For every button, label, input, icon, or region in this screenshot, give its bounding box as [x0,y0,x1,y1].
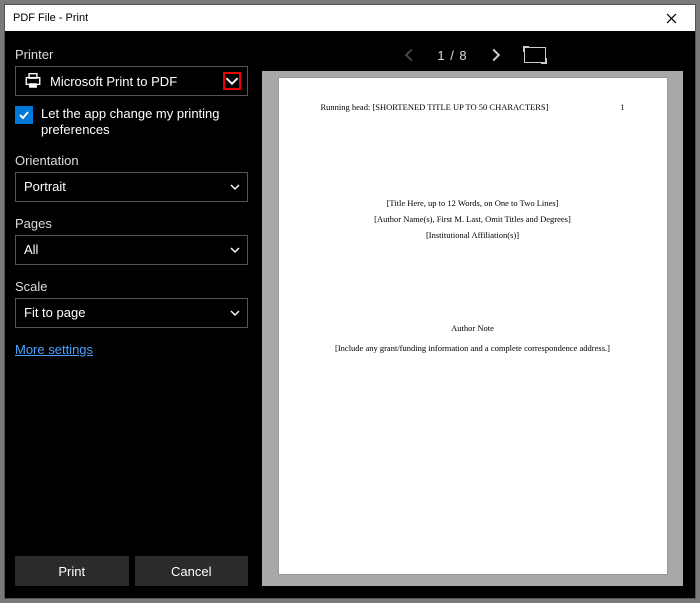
doc-page-number: 1 [620,102,624,112]
fit-to-page-button[interactable] [524,47,546,63]
change-prefs-label: Let the app change my printing preferenc… [41,106,248,139]
arrow-right-icon [489,48,503,62]
cancel-button[interactable]: Cancel [135,556,249,586]
orientation-value: Portrait [24,179,229,194]
scale-select[interactable]: Fit to page [15,298,248,328]
more-settings-link[interactable]: More settings [15,342,93,357]
printer-label: Printer [15,47,248,62]
print-dialog: PDF File - Print Printer Microsoft Print… [4,4,696,599]
author-note-heading: Author Note [451,323,494,333]
print-button[interactable]: Print [15,556,129,586]
pages-select[interactable]: All [15,235,248,265]
pages-label: Pages [15,216,248,231]
window-title: PDF File - Print [13,12,88,24]
orientation-select[interactable]: Portrait [15,172,248,202]
preview-toolbar: 1 / 8 [262,39,683,71]
doc-title: [Title Here, up to 12 Words, on One to T… [387,198,559,208]
print-options-panel: Printer Microsoft Print to PDF Let the a… [5,31,258,598]
doc-affiliation: [Institutional Affiliation(s)] [426,230,519,240]
close-icon [666,13,677,24]
check-icon [18,109,30,121]
scale-value: Fit to page [24,305,229,320]
doc-author: [Author Name(s), First M. Last, Omit Tit… [374,214,571,224]
current-page: 1 [437,48,445,63]
titlebar: PDF File - Print [5,5,695,31]
change-prefs-checkbox[interactable] [15,106,33,124]
chevron-down-icon [225,74,239,88]
arrow-left-icon [402,48,416,62]
preview-pane: 1 / 8 Running head: [SHORTENED TITLE UP … [258,31,695,598]
pages-value: All [24,242,229,257]
next-page-button[interactable] [486,45,506,65]
printer-icon [24,72,42,90]
page-preview-viewport[interactable]: Running head: [SHORTENED TITLE UP TO 50 … [262,71,683,586]
scale-label: Scale [15,279,248,294]
chevron-down-icon [229,181,241,193]
chevron-down-icon [229,307,241,319]
author-note-body: [Include any grant/funding information a… [335,343,610,353]
printer-select[interactable]: Microsoft Print to PDF [15,66,248,96]
running-head: Running head: [SHORTENED TITLE UP TO 50 … [321,102,549,112]
printer-value: Microsoft Print to PDF [50,74,223,89]
chevron-down-icon [229,244,241,256]
printer-dropdown-chevron-highlight[interactable] [223,72,241,90]
close-button[interactable] [653,7,689,29]
prev-page-button[interactable] [399,45,419,65]
page-preview: Running head: [SHORTENED TITLE UP TO 50 … [278,77,668,575]
page-indicator: 1 / 8 [437,48,467,63]
orientation-label: Orientation [15,153,248,168]
total-pages: 8 [459,48,467,63]
